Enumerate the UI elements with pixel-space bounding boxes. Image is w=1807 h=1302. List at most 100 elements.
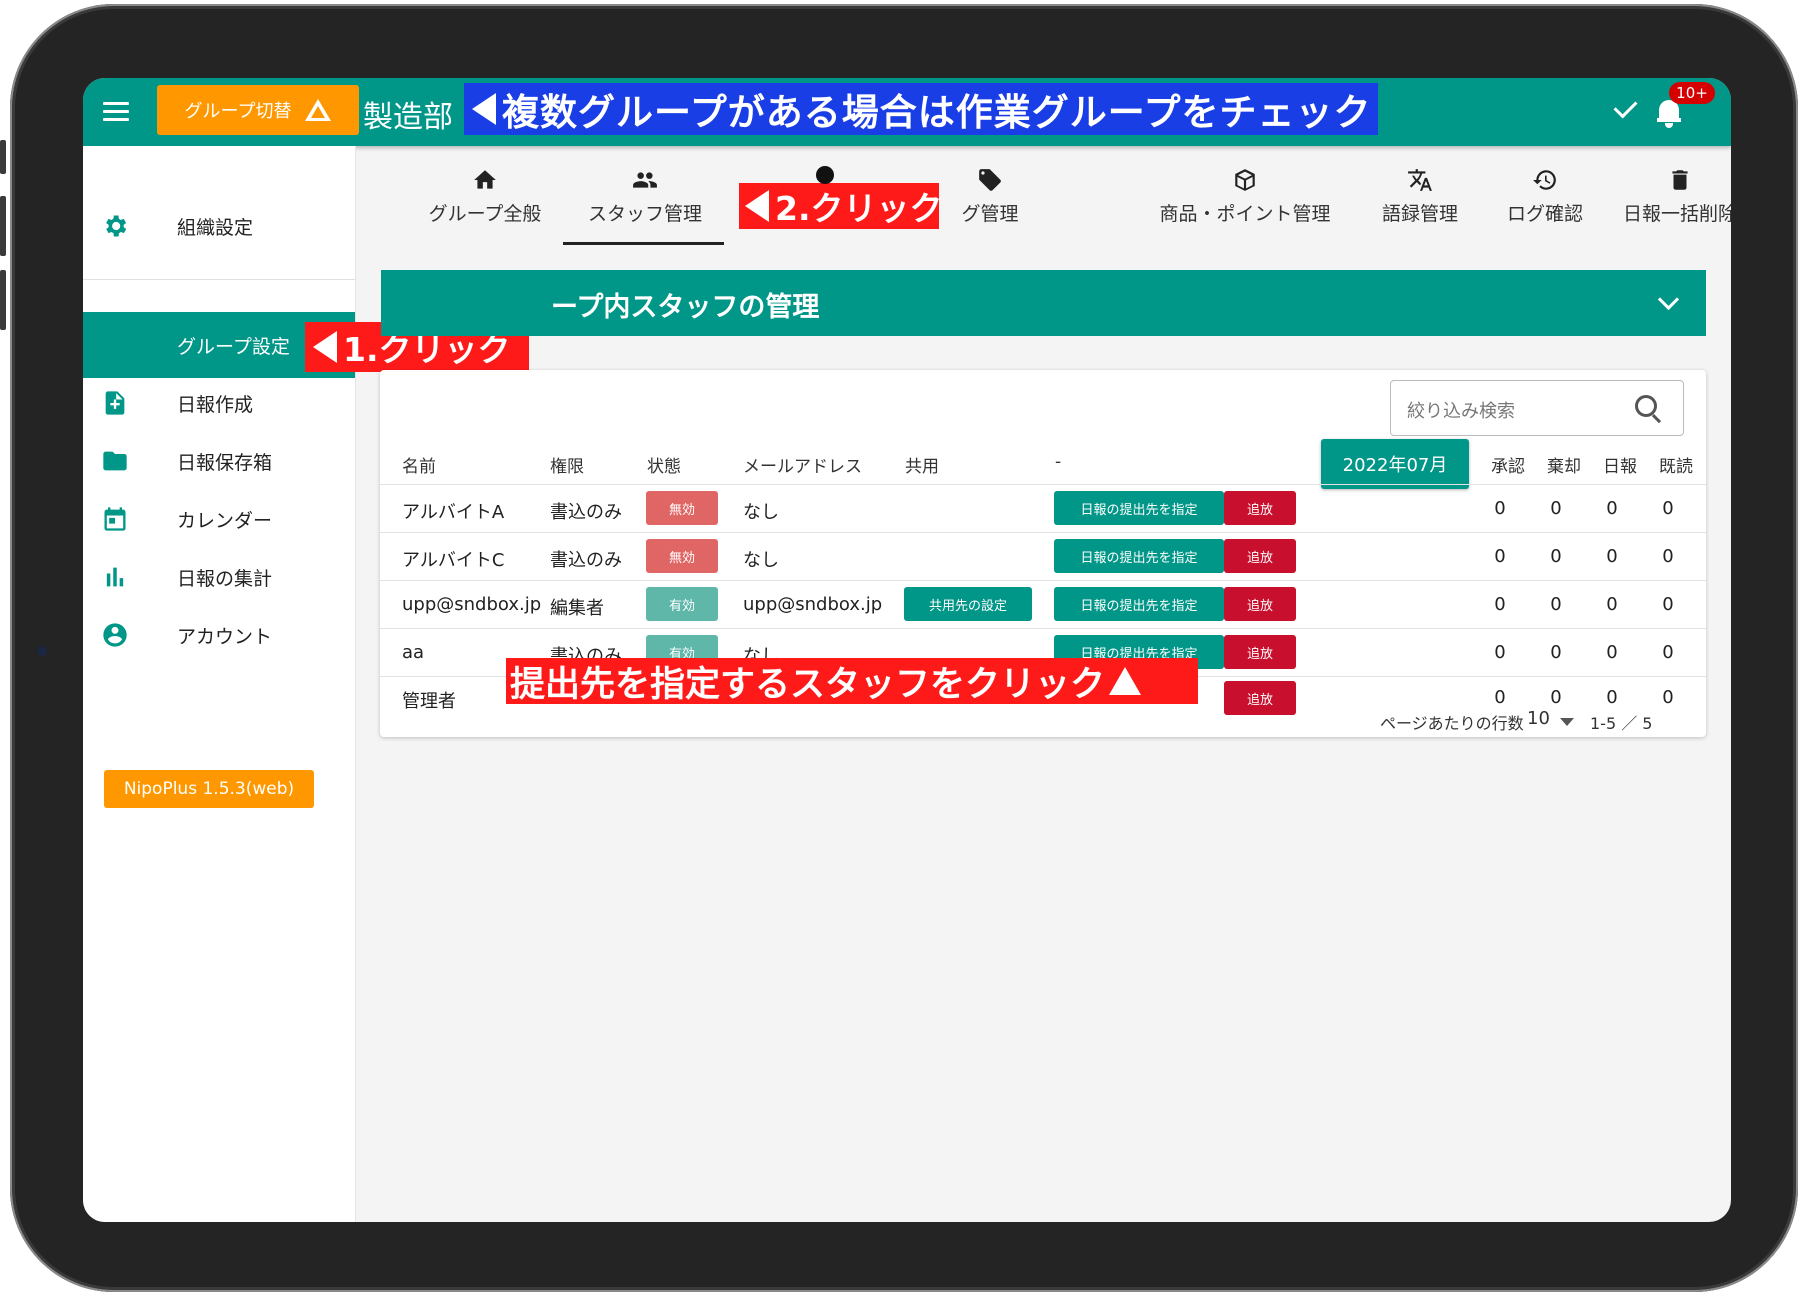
- cell-report: 0: [1606, 546, 1618, 567]
- tab-product-points[interactable]: 商品・ポイント管理: [1145, 146, 1345, 246]
- header-name[interactable]: 名前: [402, 452, 436, 477]
- cell-report: 0: [1606, 498, 1618, 519]
- account-circle-icon: [103, 623, 127, 647]
- expel-button[interactable]: 追放: [1224, 539, 1296, 573]
- cell-approve: 0: [1494, 498, 1506, 519]
- menu-icon[interactable]: [103, 102, 129, 122]
- chevron-down-icon[interactable]: [1657, 288, 1680, 311]
- trash-icon: [1672, 169, 1688, 190]
- tab-glossary[interactable]: 語録管理: [1365, 146, 1475, 246]
- set-submission-button[interactable]: 日報の提出先を指定: [1054, 491, 1224, 525]
- check-icon[interactable]: [1613, 94, 1638, 119]
- annotation-click-staff: 提出先を指定するスタッフをクリック: [506, 658, 1198, 705]
- status-badge[interactable]: 有効: [646, 587, 718, 621]
- section-title: ープ内スタッフの管理: [551, 292, 820, 323]
- version-badge[interactable]: NipoPlus 1.5.3(web): [104, 770, 314, 808]
- tag-icon: [979, 168, 1001, 191]
- header-report[interactable]: 日報: [1603, 452, 1637, 477]
- rows-per-page-select[interactable]: 10: [1527, 708, 1550, 729]
- header-dash: -: [1055, 452, 1062, 472]
- tab-label: グ管理: [961, 202, 1019, 225]
- group-switch-label: グループ切替: [184, 101, 292, 122]
- cell-approve: 0: [1494, 594, 1506, 615]
- header-status[interactable]: 状態: [647, 452, 681, 477]
- cell-name: upp@sndbox.jp: [402, 594, 542, 615]
- cell-name: アルバイトA: [402, 502, 505, 523]
- current-group-name: 製造部: [363, 100, 453, 135]
- tab-group-general[interactable]: グループ全般: [415, 146, 555, 246]
- screen: グループ切替 製造部 複数グループがある場合は作業グループをチェック 10+ 組…: [83, 78, 1731, 1222]
- expel-button[interactable]: 追放: [1224, 635, 1296, 669]
- sidebar-item-create-report[interactable]: 日報作成: [83, 370, 355, 436]
- expel-button[interactable]: 追放: [1224, 491, 1296, 525]
- app-bar: グループ切替 製造部 複数グループがある場合は作業グループをチェック 10+: [83, 78, 1731, 146]
- cell-approve: 0: [1494, 687, 1506, 708]
- header-approve[interactable]: 承認: [1491, 452, 1525, 477]
- cell-role: 書込のみ: [550, 502, 622, 523]
- group-switch-button[interactable]: グループ切替: [157, 85, 359, 135]
- sidebar-item-label: アカウント: [177, 625, 273, 648]
- search-input[interactable]: 絞り込み検索: [1390, 380, 1684, 436]
- shared-settings-button[interactable]: 共用先の設定: [904, 587, 1032, 621]
- cell-reject: 0: [1550, 546, 1562, 567]
- arrow-left-icon: [313, 331, 337, 363]
- box-icon: [1235, 168, 1255, 191]
- sidebar-item-label: カレンダー: [177, 509, 273, 532]
- header-reject[interactable]: 棄却: [1547, 452, 1581, 477]
- header-role[interactable]: 権限: [550, 452, 584, 477]
- tab-icon-partial: [816, 166, 834, 184]
- section-header-staff[interactable]: ープ内スタッフの管理: [381, 270, 1706, 336]
- search-icon[interactable]: [1635, 395, 1657, 417]
- sidebar-item-label: 日報作成: [177, 393, 254, 416]
- cell-report: 0: [1606, 687, 1618, 708]
- sidebar-item-report-box[interactable]: 日報保存箱: [83, 428, 355, 494]
- cell-email: なし: [743, 502, 779, 523]
- annotation-group-check-text: 複数グループがある場合は作業グループをチェック: [502, 91, 1372, 134]
- month-select-button[interactable]: 2022年07月: [1321, 439, 1469, 489]
- header-email[interactable]: メールアドレス: [743, 452, 862, 477]
- table-row[interactable]: アルバイトA 書込のみ 無効 なし 日報の提出先を指定 追放 0 0 0 0: [380, 484, 1706, 533]
- cell-report: 0: [1606, 642, 1618, 663]
- header-read[interactable]: 既読: [1659, 452, 1693, 477]
- expel-button[interactable]: 追放: [1224, 587, 1296, 621]
- sidebar-item-account[interactable]: アカウント: [83, 602, 355, 668]
- sidebar-item-label: 組織設定: [177, 216, 254, 239]
- table-row[interactable]: upp@sndbox.jp 編集者 有効 upp@sndbox.jp 共用先の設…: [380, 580, 1706, 629]
- search-placeholder: 絞り込み検索: [1407, 401, 1515, 422]
- sidebar-item-label: 日報の集計: [177, 567, 273, 590]
- tab-active-indicator: [563, 242, 724, 245]
- sidebar-divider: [83, 279, 355, 280]
- sidebar-item-organization[interactable]: 組織設定: [83, 193, 355, 259]
- tab-bulk-delete[interactable]: 日報一括削除: [1605, 146, 1731, 246]
- cell-read: 0: [1662, 642, 1674, 663]
- cell-name: アルバイトC: [402, 550, 505, 571]
- cell-read: 0: [1662, 594, 1674, 615]
- tab-log[interactable]: ログ確認: [1495, 146, 1595, 246]
- volume-up-button: [0, 196, 6, 256]
- annotation-click-2: 2.クリック: [739, 183, 943, 229]
- cell-reject: 0: [1550, 687, 1562, 708]
- set-submission-button[interactable]: 日報の提出先を指定: [1054, 539, 1224, 573]
- caret-down-icon[interactable]: [1560, 718, 1574, 726]
- mute-switch: [0, 140, 6, 174]
- sidebar-item-label: 日報保存箱: [177, 451, 273, 474]
- annotation-group-check: 複数グループがある場合は作業グループをチェック: [464, 83, 1378, 135]
- bell-icon[interactable]: [1657, 100, 1681, 128]
- tab-label: グループ全般: [428, 202, 542, 225]
- staff-table-card: 絞り込み検索 2022年07月 名前 権限 状態 メールアドレス 共用 - 承認…: [380, 370, 1706, 737]
- expel-button[interactable]: 追放: [1224, 681, 1296, 715]
- gear-icon: [106, 215, 127, 237]
- people-icon: [633, 171, 657, 188]
- sidebar-item-report-summary[interactable]: 日報の集計: [83, 544, 355, 610]
- arrow-left-icon: [472, 93, 496, 125]
- header-shared[interactable]: 共用: [905, 452, 939, 477]
- table-row[interactable]: アルバイトC 書込のみ 無効 なし 日報の提出先を指定 追放 0 0 0 0: [380, 532, 1706, 581]
- tab-staff-management[interactable]: スタッフ管理: [565, 146, 725, 246]
- cell-read: 0: [1662, 687, 1674, 708]
- status-badge[interactable]: 無効: [646, 491, 718, 525]
- status-badge[interactable]: 無効: [646, 539, 718, 573]
- cell-name: 管理者: [402, 691, 456, 712]
- cell-approve: 0: [1494, 546, 1506, 567]
- set-submission-button[interactable]: 日報の提出先を指定: [1054, 587, 1224, 621]
- sidebar-item-calendar[interactable]: カレンダー: [83, 486, 355, 552]
